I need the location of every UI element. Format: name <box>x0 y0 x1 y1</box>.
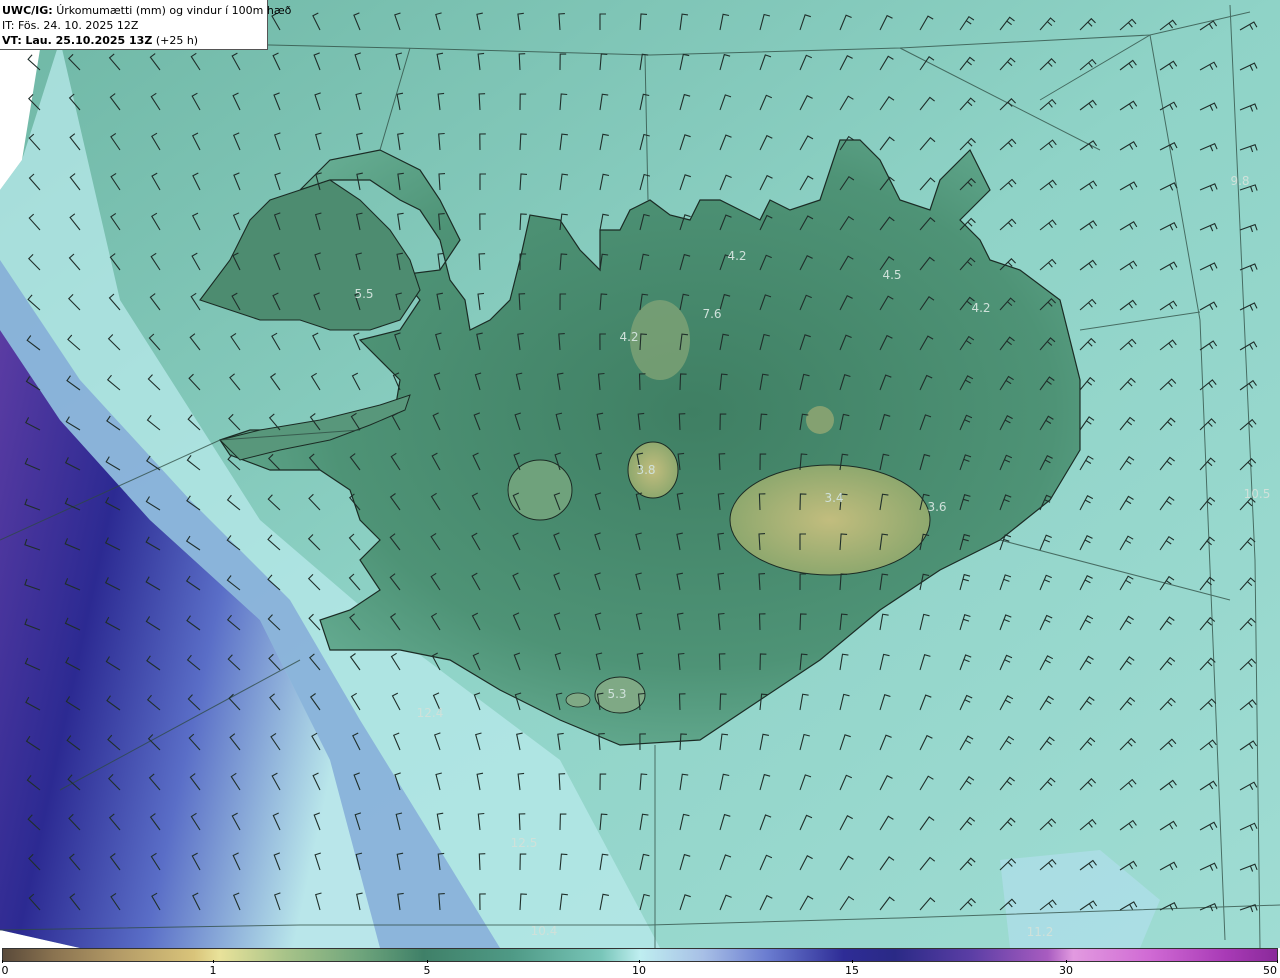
map-info-box: UWC/IG: Úrkomumætti (mm) og vindur í 100… <box>0 0 291 50</box>
colorbar-tick-label: 1 <box>209 964 217 977</box>
value-label: 11.2 <box>1026 925 1054 939</box>
colorbar-tick <box>213 960 214 963</box>
value-label: 4.2 <box>619 330 639 344</box>
map-title: Úrkomumætti (mm) og vindur í 100m hæð <box>56 4 292 17</box>
colorbar-tick-label: 0 <box>1 964 9 977</box>
product-code: UWC/IG: <box>2 4 53 17</box>
init-time: Fös. 24. 10. 2025 12Z <box>17 19 139 32</box>
value-label: 3.4 <box>824 491 844 505</box>
colorbar-tick <box>1066 960 1067 963</box>
value-label: 5.5 <box>354 287 374 301</box>
colorbar-tick-label: 50 <box>1263 964 1277 977</box>
colorbar-tick-label: 5 <box>423 964 431 977</box>
value-label: 10.5 <box>1243 487 1271 501</box>
init-label: IT: <box>2 19 15 32</box>
colorbar-tick <box>852 960 853 963</box>
eyjafjallajokull-glacier <box>565 692 591 708</box>
colorbar-tick-label: 15 <box>845 964 859 977</box>
valid-time-row: VT: Lau. 25.10.2025 13Z (+25 h) <box>2 33 267 48</box>
colorbar-strip <box>2 948 1278 962</box>
colorbar-tick <box>427 960 428 963</box>
valid-time: Lau. 25.10.2025 13Z <box>25 34 153 47</box>
colorbar-tick-label: 30 <box>1059 964 1073 977</box>
highland-patch-east <box>806 406 834 434</box>
vatnajokull-glacier <box>729 464 931 576</box>
title-row: UWC/IG: Úrkomumætti (mm) og vindur í 100… <box>2 3 291 18</box>
value-label: 3.8 <box>636 463 656 477</box>
value-label: 4.5 <box>882 268 902 282</box>
valid-label: VT: <box>2 34 22 47</box>
colorbar-tick <box>1277 960 1278 963</box>
value-label: 3.6 <box>927 500 947 514</box>
langjokull-glacier <box>507 459 573 521</box>
colorbar-tick <box>639 960 640 963</box>
value-label: 9.8 <box>1230 174 1250 188</box>
lead-time: (+25 h) <box>155 34 199 47</box>
weather-map: 5.5 4.2 4.5 4.2 4.2 7.6 3.8 3.4 3.6 5.3 … <box>0 0 1280 948</box>
colorbar-tick-label: 10 <box>632 964 646 977</box>
value-label: 10.4 <box>530 924 558 938</box>
value-label: 12.5 <box>510 836 538 850</box>
value-label: 4.2 <box>727 249 747 263</box>
value-label: 7.6 <box>702 307 722 321</box>
value-label: 4.2 <box>971 301 991 315</box>
colorbar-tick <box>2 960 3 963</box>
value-label: 5.3 <box>607 687 627 701</box>
colorbar: 0 1 5 10 15 30 50 <box>0 948 1280 978</box>
init-time-row: IT: Fös. 24. 10. 2025 12Z <box>2 18 267 33</box>
value-label: 12.4 <box>416 706 444 720</box>
